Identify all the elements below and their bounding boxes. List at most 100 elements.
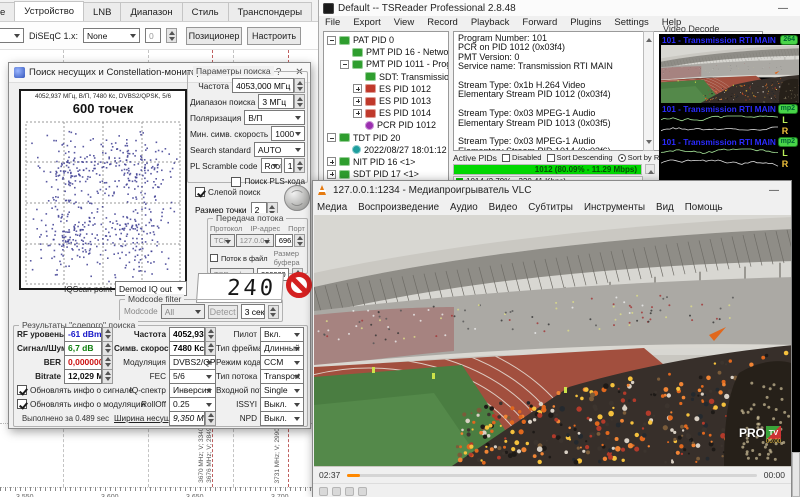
spin-down-icon[interactable] <box>297 242 303 249</box>
expand-icon[interactable] <box>353 109 362 118</box>
position-spinner[interactable] <box>166 28 177 43</box>
update-info-checkbox[interactable]: Обновлять инфо о сигнале <box>17 385 114 395</box>
positioner-button[interactable]: Позиционер <box>186 27 242 45</box>
result-value[interactable]: 4052,937 МГц <box>169 327 205 342</box>
result-combo[interactable]: Выкл. <box>260 411 304 426</box>
spin-up-icon[interactable] <box>208 326 214 333</box>
stream-to-file-checkbox[interactable]: Поток в файл <box>210 254 268 263</box>
tree-item[interactable]: ES PID 1012 <box>324 83 448 95</box>
vlc-titlebar[interactable]: 127.0.0.1:1234 - Медиапроигрыватель VLC … <box>313 181 791 199</box>
menu-view[interactable]: View <box>394 17 414 28</box>
spinner-arrows[interactable] <box>294 78 305 93</box>
protocol-combo[interactable]: TCP <box>210 234 235 247</box>
checkbox-icon[interactable] <box>547 154 555 162</box>
menu-forward[interactable]: Forward <box>522 17 557 28</box>
diseqc-combo[interactable]: None <box>83 28 140 43</box>
spin-up-icon[interactable] <box>297 78 303 85</box>
globe-icon[interactable] <box>284 185 310 211</box>
minimize-icon[interactable]: — <box>770 3 796 14</box>
spin-up-icon[interactable] <box>297 94 303 101</box>
spinner-arrows[interactable] <box>102 369 113 384</box>
param-combo[interactable]: 1000 <box>271 126 305 141</box>
detect-interval[interactable]: 3 сек <box>241 304 265 319</box>
menu-2[interactable]: Аудио <box>450 202 478 213</box>
info-scrollbar[interactable] <box>643 31 654 151</box>
blind-search-checkbox[interactable]: Слепой поиск <box>195 187 260 197</box>
result-combo[interactable]: DVBS2/QPSK <box>169 355 216 370</box>
modcode-combo[interactable]: All <box>161 304 205 319</box>
result-combo[interactable]: 5/6 <box>169 369 216 384</box>
result-combo[interactable]: 0.25 <box>169 397 216 412</box>
param-value[interactable]: 3 МГц <box>258 94 294 109</box>
menu-3[interactable]: Видео <box>489 202 518 213</box>
spinner-arrows[interactable] <box>205 411 216 426</box>
menu-0[interactable]: Медиа <box>317 202 347 213</box>
tab-Диапазон[interactable]: Диапазон <box>120 2 182 21</box>
satellite-combo[interactable]: ) <box>0 28 24 43</box>
menu-7[interactable]: Помощь <box>685 202 723 213</box>
spin-up-icon[interactable] <box>105 354 111 361</box>
checkbox-icon[interactable] <box>231 177 241 187</box>
spin-down-icon[interactable] <box>297 167 303 174</box>
result-combo[interactable]: Выкл. <box>260 397 304 412</box>
detect-button[interactable]: Detect <box>208 305 238 319</box>
tree-item[interactable]: SDT: Transmission RTI MAIN <box>324 71 448 83</box>
tree-item[interactable]: NIT PID 16 <1> <box>324 156 448 168</box>
stop-icon[interactable] <box>286 272 312 298</box>
menu-plugins[interactable]: Plugins <box>570 17 601 28</box>
spin-down-icon[interactable] <box>297 103 303 110</box>
seek-slider[interactable] <box>347 474 756 477</box>
pid-rate-bar[interactable]: 1012 (80.09% - 11.29 Mbps) <box>453 164 642 175</box>
menu-6[interactable]: Вид <box>656 202 674 213</box>
result-value[interactable]: 9,350 МГц <box>169 411 205 426</box>
checkbox-icon[interactable] <box>210 254 218 262</box>
menu-4[interactable]: Субтитры <box>528 202 573 213</box>
tab-Транспондеры[interactable]: Транспондеры <box>228 2 312 21</box>
checkbox-icon[interactable] <box>17 399 27 409</box>
tree-item[interactable]: PMT PID 16 - Network <box>324 46 448 58</box>
collapse-icon[interactable] <box>327 133 336 142</box>
collapse-icon[interactable] <box>327 36 336 45</box>
tree-item[interactable]: PCR PID 1012 <box>324 119 448 131</box>
expand-icon[interactable] <box>353 84 362 93</box>
param-combo[interactable]: В/П <box>244 110 305 125</box>
minimize-icon[interactable]: — <box>761 185 787 196</box>
spin-up-icon[interactable] <box>105 326 111 333</box>
tree-item[interactable]: SDT PID 17 <1> <box>324 168 448 180</box>
menu-5[interactable]: Инструменты <box>584 202 645 213</box>
tsreader-titlebar[interactable]: Default -- TSReader Professional 2.8.48 … <box>319 0 800 16</box>
position-value[interactable]: 0 <box>145 28 161 43</box>
param-value[interactable]: 1 <box>284 158 294 173</box>
spin-down-icon[interactable] <box>297 87 303 94</box>
result-combo[interactable]: Single <box>260 383 304 398</box>
tab-е[interactable]: е <box>0 2 15 21</box>
spin-up-icon[interactable] <box>269 202 275 209</box>
update-info-checkbox[interactable]: Обновлять инфо о модуляции <box>17 399 114 409</box>
result-value[interactable]: 6,7 dB <box>64 341 102 356</box>
menu-1[interactable]: Воспроизведение <box>358 202 439 213</box>
spin-up-icon[interactable] <box>208 340 214 347</box>
expand-icon[interactable] <box>327 157 336 166</box>
scroll-up-icon[interactable] <box>648 167 654 174</box>
tree-item[interactable]: ES PID 1013 <box>324 95 448 107</box>
scroll-up-icon[interactable] <box>646 35 652 42</box>
expand-icon[interactable] <box>353 97 362 106</box>
result-combo[interactable]: Вкл. <box>260 327 304 342</box>
tree-item[interactable]: PMT PID 1011 - Progr . 101 <box>324 58 448 70</box>
menu-settings[interactable]: Settings <box>614 17 648 28</box>
spin-down-icon[interactable] <box>208 419 214 426</box>
sort-checkbox[interactable]: Sort Descending <box>547 153 613 162</box>
tab-Устройство[interactable]: Устройство <box>14 1 84 21</box>
result-combo[interactable]: Transport <box>260 369 304 384</box>
blind-search-checkbox[interactable]: Слепой поиск <box>195 187 260 197</box>
spinner-arrows[interactable] <box>294 158 305 173</box>
spin-up-icon[interactable] <box>105 368 111 375</box>
result-combo[interactable]: CCM <box>260 355 304 370</box>
result-combo[interactable]: Инверсия <box>169 383 216 398</box>
prev-button[interactable] <box>345 487 354 496</box>
port-value[interactable]: 6961 <box>275 234 293 247</box>
menu-file[interactable]: File <box>325 17 340 28</box>
tree-item[interactable]: ES PID 1014 <box>324 107 448 119</box>
menu-export[interactable]: Export <box>353 17 380 28</box>
ip-combo[interactable]: 127.0.0.1 <box>236 234 274 247</box>
